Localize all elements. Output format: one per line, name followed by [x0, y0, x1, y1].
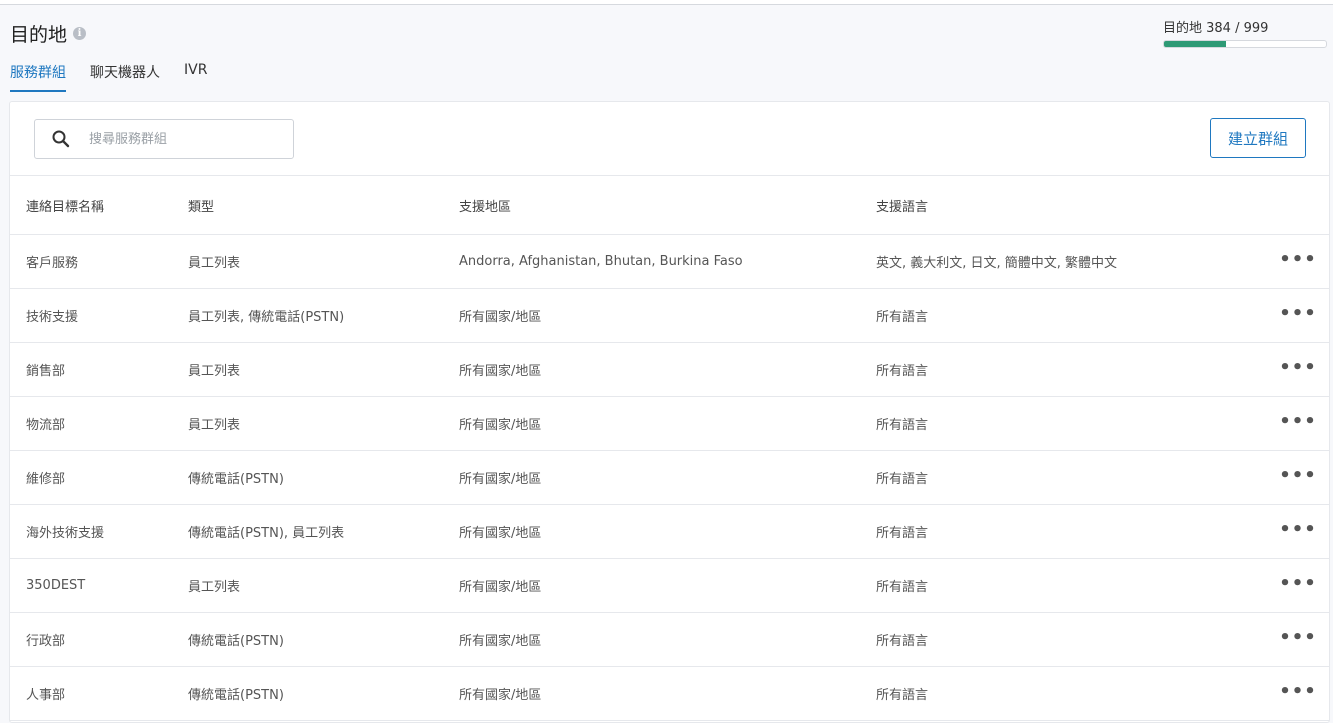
quota-progress-bar	[1163, 40, 1327, 48]
cell-name: 350DEST	[10, 558, 187, 613]
cell-type: 員工列表	[187, 558, 458, 613]
cell-language: 所有語言	[875, 288, 1267, 343]
cell-actions: •••	[1267, 504, 1329, 559]
cell-actions: •••	[1267, 234, 1329, 289]
cell-type: 傳統電話(PSTN), 員工列表	[187, 504, 458, 559]
table-row[interactable]: 銷售部 員工列表 所有國家/地區 所有語言 •••	[10, 342, 1329, 397]
quota-progress-fill	[1164, 41, 1227, 47]
cell-region: 所有國家/地區	[458, 288, 875, 343]
column-header-name[interactable]: 連絡目標名稱	[10, 175, 187, 235]
table-row[interactable]: 物流部 員工列表 所有國家/地區 所有語言 •••	[10, 396, 1329, 451]
cell-actions: •••	[1267, 396, 1329, 451]
cell-language: 所有語言	[875, 504, 1267, 559]
cell-type: 員工列表	[187, 342, 458, 397]
table-row[interactable]: 人事部 傳統電話(PSTN) 所有國家/地區 所有語言 •••	[10, 666, 1329, 721]
column-header-type[interactable]: 類型	[187, 175, 458, 235]
more-icon[interactable]: •••	[1279, 413, 1317, 431]
page-title-text: 目的地	[10, 24, 68, 46]
create-group-button[interactable]: 建立群組	[1210, 118, 1306, 158]
cell-region: 所有國家/地區	[458, 504, 875, 559]
cell-actions: •••	[1267, 558, 1329, 613]
cell-actions: •••	[1267, 288, 1329, 343]
page-title: 目的地 i	[10, 20, 87, 47]
cell-region: Andorra, Afghanistan, Bhutan, Burkina Fa…	[458, 234, 875, 289]
cell-actions: •••	[1267, 666, 1329, 721]
cell-type: 傳統電話(PSTN)	[187, 450, 458, 505]
cell-language: 所有語言	[875, 612, 1267, 667]
cell-actions: •••	[1267, 612, 1329, 667]
info-icon[interactable]: i	[73, 27, 87, 40]
cell-name: 維修部	[10, 450, 187, 505]
destination-quota: 目的地 384 / 999	[1163, 17, 1327, 48]
more-icon[interactable]: •••	[1279, 251, 1317, 269]
cell-region: 所有國家/地區	[458, 342, 875, 397]
cell-type: 傳統電話(PSTN)	[187, 666, 458, 721]
more-icon[interactable]: •••	[1279, 359, 1317, 377]
table-row[interactable]: 海外技術支援 傳統電話(PSTN), 員工列表 所有國家/地區 所有語言 •••	[10, 504, 1329, 559]
cell-name: 人事部	[10, 666, 187, 721]
table-row[interactable]: 行政部 傳統電話(PSTN) 所有國家/地區 所有語言 •••	[10, 612, 1329, 667]
more-icon[interactable]: •••	[1279, 629, 1317, 647]
top-divider	[0, 0, 1333, 5]
column-header-language[interactable]: 支援語言	[875, 175, 1267, 235]
cell-language: 所有語言	[875, 666, 1267, 721]
cell-name: 技術支援	[10, 288, 187, 343]
table-row[interactable]: 客戶服務 員工列表 Andorra, Afghanistan, Bhutan, …	[10, 234, 1329, 289]
cell-language: 所有語言	[875, 396, 1267, 451]
tab-ivr[interactable]: IVR	[184, 62, 207, 92]
cell-name: 物流部	[10, 396, 187, 451]
more-icon[interactable]: •••	[1279, 575, 1317, 593]
search-icon	[52, 130, 70, 148]
cell-language: 英文, 義大利文, 日文, 簡體中文, 繁體中文	[875, 234, 1267, 289]
cell-type: 傳統電話(PSTN)	[187, 612, 458, 667]
cell-name: 銷售部	[10, 342, 187, 397]
cell-region: 所有國家/地區	[458, 612, 875, 667]
search-box	[34, 119, 294, 159]
cell-type: 員工列表	[187, 396, 458, 451]
cell-type: 員工列表, 傳統電話(PSTN)	[187, 288, 458, 343]
table-header-row: 連絡目標名稱 類型 支援地區 支援語言	[10, 175, 1329, 235]
column-header-region[interactable]: 支援地區	[458, 175, 875, 235]
service-groups-panel: 建立群組 連絡目標名稱 類型 支援地區 支援語言 客戶服務 員工列表 Andor…	[9, 101, 1330, 723]
more-icon[interactable]: •••	[1279, 521, 1317, 539]
cell-region: 所有國家/地區	[458, 666, 875, 721]
more-icon[interactable]: •••	[1279, 683, 1317, 701]
search-input[interactable]	[87, 130, 271, 148]
tab-bar: 服務群組 聊天機器人 IVR	[10, 62, 231, 92]
more-icon[interactable]: •••	[1279, 467, 1317, 485]
quota-label: 目的地 384 / 999	[1163, 21, 1269, 36]
cell-type: 員工列表	[187, 234, 458, 289]
cell-name: 客戶服務	[10, 234, 187, 289]
cell-name: 行政部	[10, 612, 187, 667]
table-row[interactable]: 技術支援 員工列表, 傳統電話(PSTN) 所有國家/地區 所有語言 •••	[10, 288, 1329, 343]
cell-actions: •••	[1267, 342, 1329, 397]
tab-chatbots[interactable]: 聊天機器人	[90, 62, 160, 92]
cell-language: 所有語言	[875, 342, 1267, 397]
table-row[interactable]: 350DEST 員工列表 所有國家/地區 所有語言 •••	[10, 558, 1329, 613]
column-header-actions	[1267, 175, 1329, 235]
cell-language: 所有語言	[875, 558, 1267, 613]
cell-region: 所有國家/地區	[458, 558, 875, 613]
service-groups-table: 連絡目標名稱 類型 支援地區 支援語言 客戶服務 員工列表 Andorra, A…	[10, 175, 1329, 721]
cell-name: 海外技術支援	[10, 504, 187, 559]
tab-service-groups[interactable]: 服務群組	[10, 62, 66, 92]
table-row[interactable]: 維修部 傳統電話(PSTN) 所有國家/地區 所有語言 •••	[10, 450, 1329, 505]
more-icon[interactable]: •••	[1279, 305, 1317, 323]
cell-region: 所有國家/地區	[458, 450, 875, 505]
cell-language: 所有語言	[875, 450, 1267, 505]
cell-region: 所有國家/地區	[458, 396, 875, 451]
cell-actions: •••	[1267, 450, 1329, 505]
